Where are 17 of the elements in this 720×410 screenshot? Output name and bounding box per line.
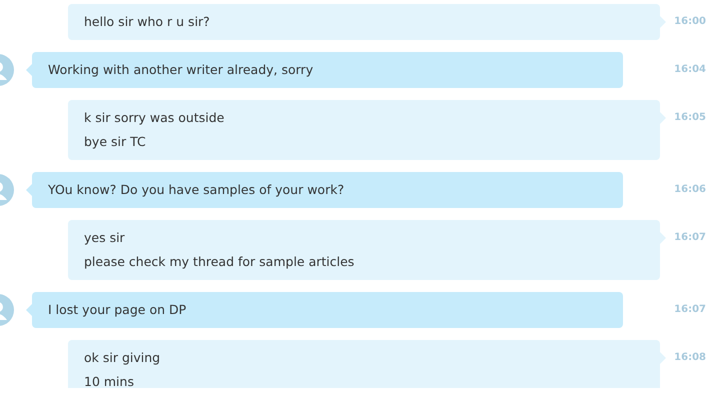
message-text: please check my thread for sample articles bbox=[84, 253, 356, 271]
message-time: 16:00 bbox=[673, 15, 706, 29]
message-time: 16:07 bbox=[673, 231, 706, 245]
message-time: 16:05 bbox=[673, 111, 706, 125]
message-text: ok sir giving bbox=[84, 349, 162, 367]
message-time: 16:06 bbox=[673, 183, 706, 197]
message-time: 16:04 bbox=[673, 63, 706, 77]
message-text: 10 mins bbox=[84, 373, 135, 388]
message-time: 16:08 bbox=[673, 351, 706, 365]
message-text: Working with another writer already, sorry bbox=[48, 61, 314, 79]
message-text: YOu know? Do you have samples of your work? bbox=[48, 181, 346, 199]
message-text: yes sir bbox=[84, 229, 126, 247]
message-text: k sir sorry was outside bbox=[84, 109, 226, 127]
message-text: bye sir TC bbox=[84, 133, 147, 151]
message-text: I lost your page on DP bbox=[48, 301, 188, 319]
message-text: hello sir who r u sir? bbox=[84, 13, 211, 31]
message-time: 16:07 bbox=[673, 303, 706, 317]
